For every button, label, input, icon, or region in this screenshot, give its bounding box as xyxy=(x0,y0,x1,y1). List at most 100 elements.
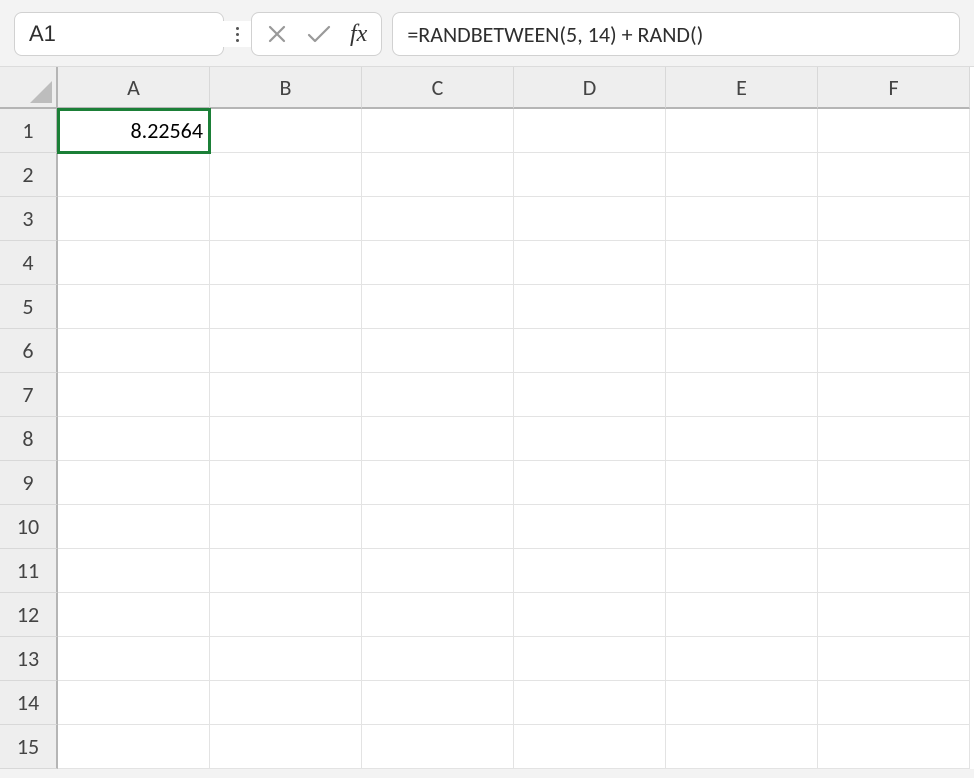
column-header[interactable]: F xyxy=(818,67,970,109)
cell[interactable] xyxy=(362,329,514,373)
cell[interactable] xyxy=(514,461,666,505)
cell[interactable] xyxy=(666,153,818,197)
row-header[interactable]: 8 xyxy=(0,417,58,461)
cell[interactable] xyxy=(362,637,514,681)
cell[interactable] xyxy=(362,593,514,637)
column-header[interactable]: C xyxy=(362,67,514,109)
cell[interactable] xyxy=(58,153,210,197)
cell[interactable] xyxy=(362,417,514,461)
cell[interactable] xyxy=(818,505,970,549)
cell[interactable] xyxy=(818,593,970,637)
cell[interactable] xyxy=(210,373,362,417)
cell[interactable] xyxy=(818,153,970,197)
fx-button[interactable]: fx xyxy=(350,21,367,48)
cell[interactable] xyxy=(666,373,818,417)
row-header[interactable]: 10 xyxy=(0,505,58,549)
cell[interactable] xyxy=(666,505,818,549)
cell[interactable] xyxy=(58,197,210,241)
column-header[interactable]: D xyxy=(514,67,666,109)
cell[interactable] xyxy=(58,681,210,725)
cell[interactable]: 8.22564 xyxy=(58,109,210,153)
cell[interactable] xyxy=(514,637,666,681)
cell[interactable] xyxy=(666,329,818,373)
row-header[interactable]: 7 xyxy=(0,373,58,417)
cell[interactable] xyxy=(210,197,362,241)
cell[interactable] xyxy=(514,329,666,373)
cell[interactable] xyxy=(818,109,970,153)
cell[interactable] xyxy=(514,417,666,461)
more-options-icon[interactable] xyxy=(234,27,241,42)
cell[interactable] xyxy=(818,417,970,461)
cell[interactable] xyxy=(210,725,362,769)
cell[interactable] xyxy=(362,197,514,241)
row-header[interactable]: 14 xyxy=(0,681,58,725)
row-header[interactable]: 9 xyxy=(0,461,58,505)
cell[interactable] xyxy=(818,725,970,769)
cell[interactable] xyxy=(58,285,210,329)
row-header[interactable]: 13 xyxy=(0,637,58,681)
cell[interactable] xyxy=(362,549,514,593)
cell[interactable] xyxy=(210,637,362,681)
cell[interactable] xyxy=(58,417,210,461)
cell[interactable] xyxy=(818,197,970,241)
cell[interactable] xyxy=(818,373,970,417)
cell[interactable] xyxy=(58,505,210,549)
cell[interactable] xyxy=(210,593,362,637)
row-header[interactable]: 6 xyxy=(0,329,58,373)
column-header[interactable]: E xyxy=(666,67,818,109)
cell[interactable] xyxy=(58,241,210,285)
cell[interactable] xyxy=(362,109,514,153)
cell[interactable] xyxy=(818,549,970,593)
cell[interactable] xyxy=(362,153,514,197)
cell[interactable] xyxy=(58,725,210,769)
cell[interactable] xyxy=(210,681,362,725)
cell[interactable] xyxy=(514,593,666,637)
cell[interactable] xyxy=(58,593,210,637)
cell[interactable] xyxy=(818,461,970,505)
cell[interactable] xyxy=(666,197,818,241)
cell[interactable] xyxy=(666,725,818,769)
row-header[interactable]: 4 xyxy=(0,241,58,285)
row-header[interactable]: 11 xyxy=(0,549,58,593)
cell[interactable] xyxy=(818,285,970,329)
select-all-corner[interactable] xyxy=(0,67,58,109)
cell[interactable] xyxy=(666,417,818,461)
cell[interactable] xyxy=(210,505,362,549)
cell[interactable] xyxy=(666,461,818,505)
cell[interactable] xyxy=(210,329,362,373)
cell[interactable] xyxy=(210,109,362,153)
row-header[interactable]: 15 xyxy=(0,725,58,769)
cell[interactable] xyxy=(666,549,818,593)
row-header[interactable]: 1 xyxy=(0,109,58,153)
cell[interactable] xyxy=(666,593,818,637)
cell[interactable] xyxy=(514,505,666,549)
cell[interactable] xyxy=(210,285,362,329)
cell[interactable] xyxy=(362,285,514,329)
cell[interactable] xyxy=(58,549,210,593)
cell[interactable] xyxy=(514,153,666,197)
cell[interactable] xyxy=(514,681,666,725)
cell[interactable] xyxy=(58,461,210,505)
cell[interactable] xyxy=(514,285,666,329)
cell[interactable] xyxy=(514,725,666,769)
cell[interactable] xyxy=(818,241,970,285)
cell[interactable] xyxy=(514,197,666,241)
row-header[interactable]: 12 xyxy=(0,593,58,637)
cell[interactable] xyxy=(818,681,970,725)
cell[interactable] xyxy=(210,549,362,593)
cell[interactable] xyxy=(362,505,514,549)
cell[interactable] xyxy=(210,417,362,461)
cancel-icon[interactable] xyxy=(266,23,288,45)
cell[interactable] xyxy=(818,637,970,681)
cell[interactable] xyxy=(666,637,818,681)
name-box[interactable] xyxy=(14,12,224,56)
cell[interactable] xyxy=(362,373,514,417)
cell[interactable] xyxy=(210,153,362,197)
row-header[interactable]: 5 xyxy=(0,285,58,329)
cell[interactable] xyxy=(666,241,818,285)
cell[interactable] xyxy=(514,373,666,417)
cell[interactable] xyxy=(58,329,210,373)
cell[interactable] xyxy=(514,109,666,153)
cell[interactable] xyxy=(666,285,818,329)
column-header[interactable]: B xyxy=(210,67,362,109)
